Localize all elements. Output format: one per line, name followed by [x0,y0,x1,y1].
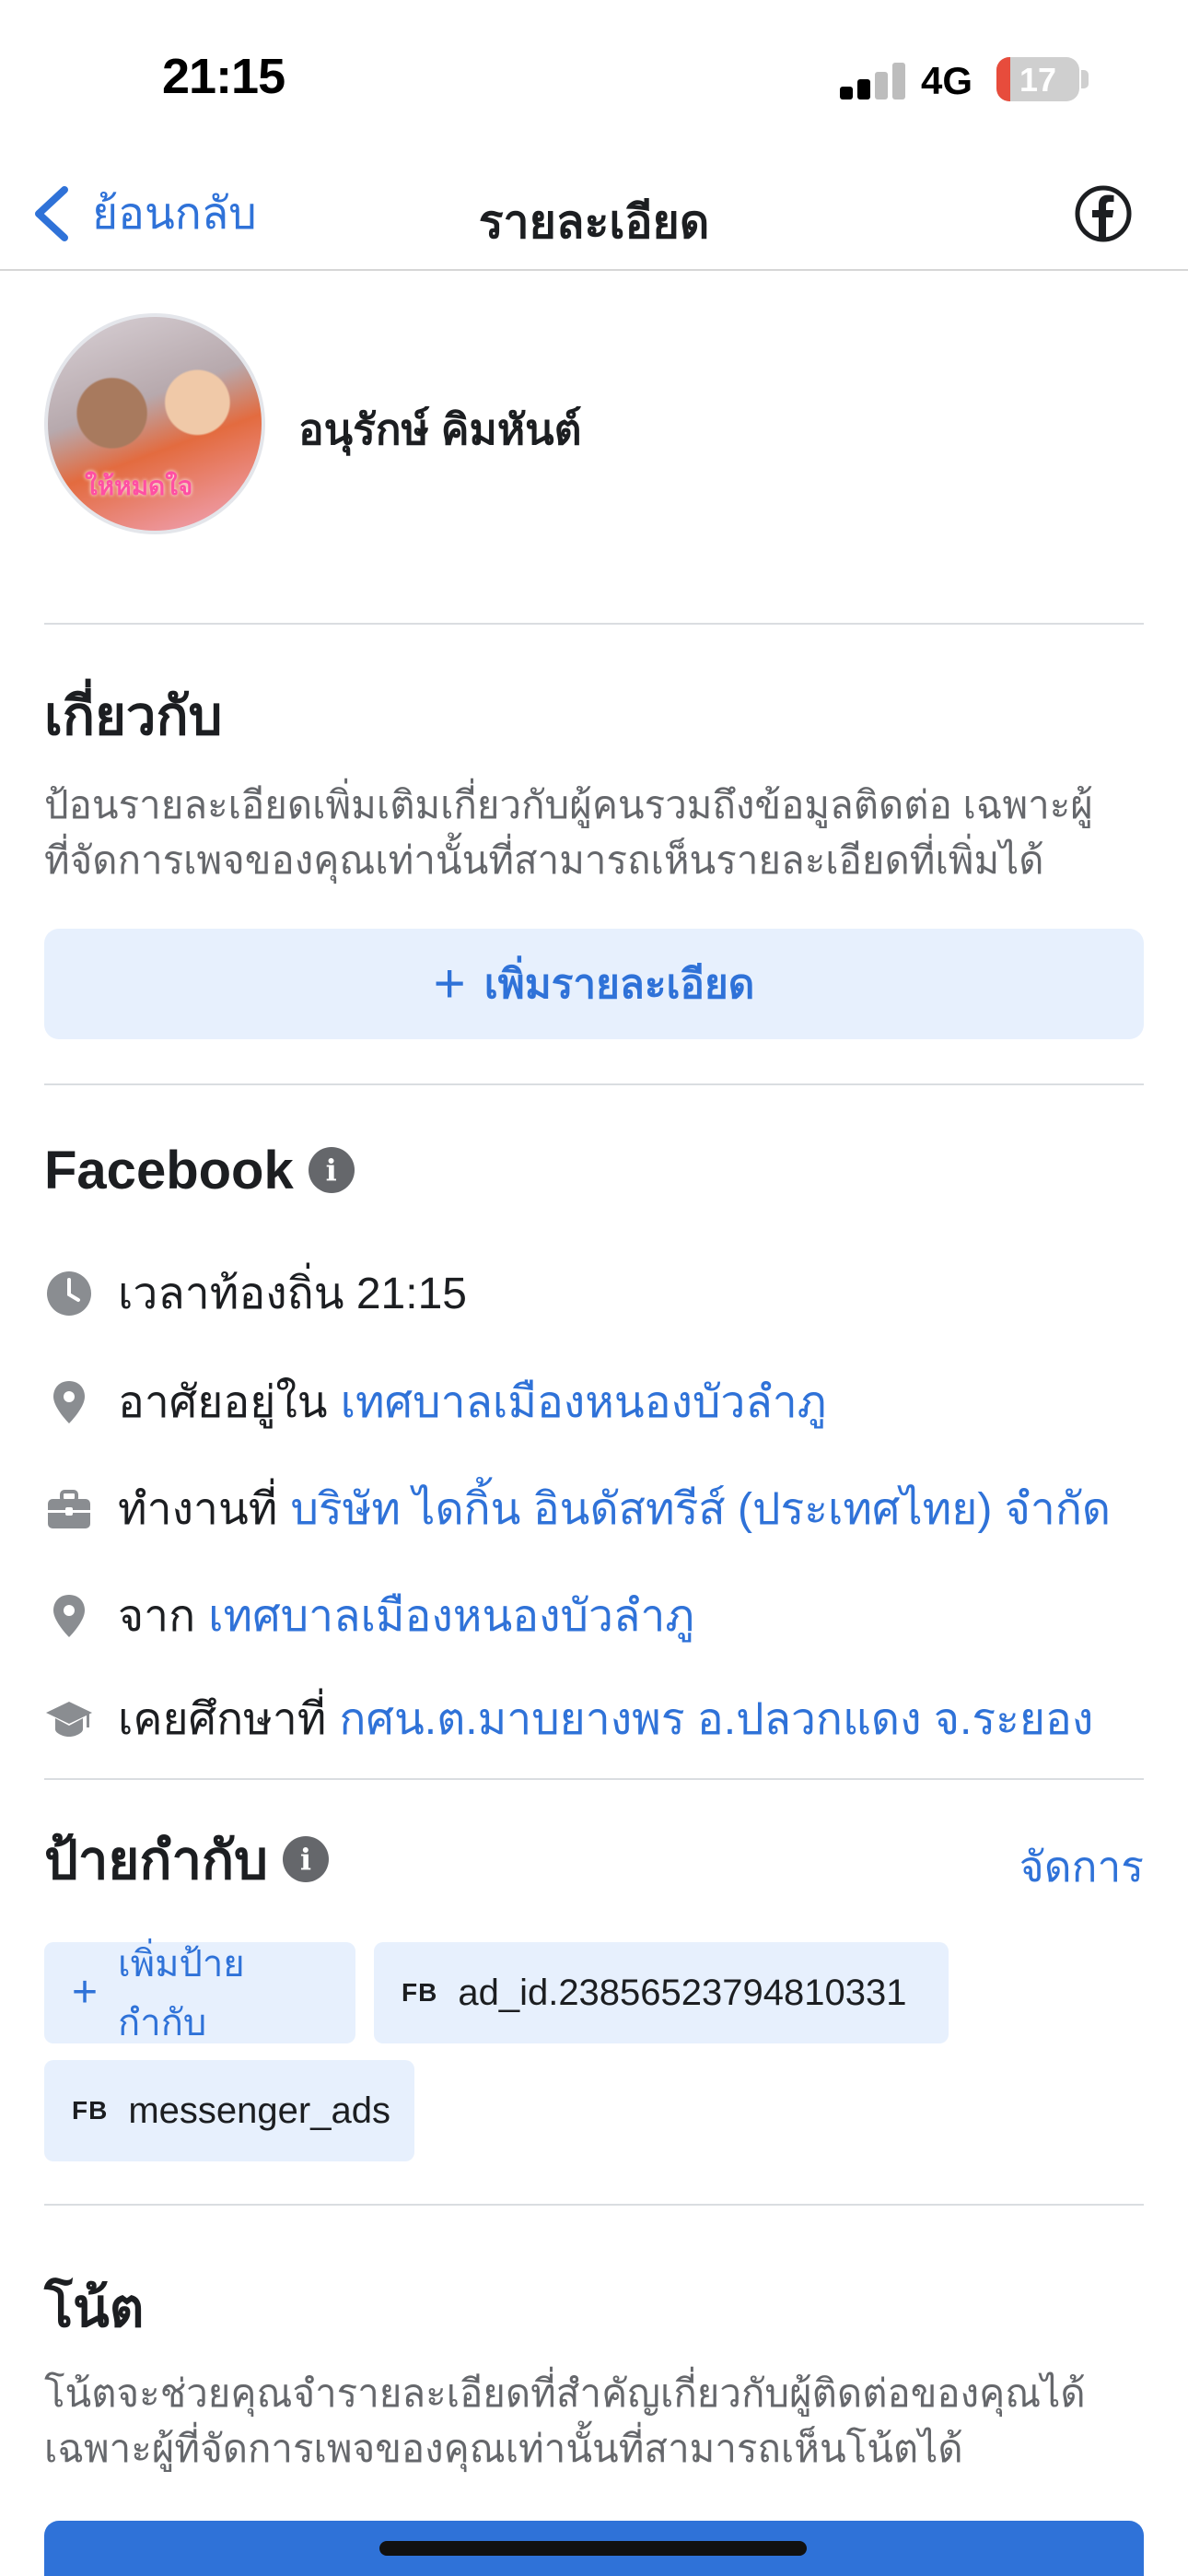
graduation-cap-icon [46,1702,92,1737]
lives-in-label: อาศัยอยู่ใน [118,1378,328,1427]
notes-description-line: เฉพาะผู้ที่จัดการเพจของคุณเท่านั้นที่สาม… [44,2427,963,2470]
facebook-section-header: Facebook i [44,1133,355,1207]
info-icon[interactable]: i [283,1836,329,1882]
nav-bar: ย้อนกลับ รายละเอียด [0,157,1188,271]
page-title: รายละเอียด [478,196,710,248]
about-description: ป้อนรายละเอียดเพิ่มเติมเกี่ยวกับผู้คนรวม… [44,778,1144,888]
contact-details-screen: 21:15 4G 17 ย้อนกลับ รายละเอียด ให้หมดใจ… [0,0,1188,2576]
fb-badge: FB [402,1978,438,2007]
studied-at-link[interactable]: กศน.ต.มาบยางพร อ.ปลวกแดง จ.ระยอง [339,1684,1093,1754]
tags-title: ป้ายกำกับ [44,1830,268,1891]
works-at-link[interactable]: บริษัท ไดกิ้น อินดัสทรีส์ (ประเทศไทย) จำ… [290,1474,1111,1544]
facebook-icon [1075,185,1132,242]
location-pin-icon [53,1381,85,1423]
divider [44,623,1144,625]
notes-title: โน้ต [44,2278,145,2338]
tags-title-row: ป้ายกำกับ i [44,1822,329,1896]
facebook-section-title: Facebook [44,1140,294,1200]
avatar[interactable]: ให้หมดใจ [44,313,265,534]
about-description-line: ป้อนรายละเอียดเพิ่มเติมเกี่ยวกับผู้คนรวม… [44,783,1093,826]
studied-at-row: เคยศึกษาที่ กศน.ต.มาบยางพร อ.ปลวกแดง จ.ร… [44,1682,1144,1756]
fb-badge: FB [72,2096,109,2125]
local-time-row: เวลาท้องถิ่น 21:15 [44,1257,1144,1330]
facebook-profile-button[interactable] [1074,184,1133,243]
works-at-row: ทำงานที่ บริษัท ไดกิ้น อินดัสทรีส์ (ประเ… [44,1472,1144,1546]
from-row: จาก เทศบาลเมืองหนองบัวลำภู [44,1579,1144,1653]
signal-icon [840,63,906,100]
works-at-label: ทำงานที่ [118,1485,278,1534]
tag-chip[interactable]: FB ad_id.23856523794810331 [374,1942,949,2043]
add-tag-label: เพิ่มป้ายกำกับ [118,1944,245,2043]
tag-chip-label: ad_id.23856523794810331 [458,1972,907,2013]
battery-icon: 17 [996,57,1079,101]
clock-icon [47,1271,91,1316]
local-time-text: เวลาท้องถิ่น 21:15 [118,1270,467,1318]
profile-name: อนุรักษ์ คิมหันต์ [298,405,582,453]
add-tag-button[interactable]: + เพิ่มป้ายกำกับ [44,1942,355,2043]
about-description-line: ที่จัดการเพจของคุณเท่านั้นที่สามารถเห็นร… [44,838,1044,882]
divider [44,1083,1144,1085]
divider [44,2204,1144,2206]
battery-tip [1081,70,1089,88]
notes-description: โน้ตจะช่วยคุณจำรายละเอียดที่สำคัญเกี่ยวก… [44,2366,1144,2476]
home-indicator [379,2541,807,2556]
lives-in-row: อาศัยอยู่ใน เทศบาลเมืองหนองบัวลำภู [44,1365,1144,1439]
notes-description-line: โน้ตจะช่วยคุณจำรายละเอียดที่สำคัญเกี่ยวก… [44,2371,1086,2415]
tag-chip[interactable]: FB messenger_ads [44,2060,414,2161]
from-label: จาก [118,1592,196,1641]
profile-header: ให้หมดใจ อนุรักษ์ คิมหันต์ [44,313,1144,534]
network-type: 4G [921,59,973,102]
briefcase-icon [48,1490,90,1528]
info-icon[interactable]: i [308,1147,355,1193]
plus-icon: + [72,1968,99,2017]
about-title: เกี่ยวกับ [44,686,223,746]
studied-at-label: เคยศึกษาที่ [118,1695,327,1744]
from-link[interactable]: เทศบาลเมืองหนองบัวลำภู [208,1581,694,1651]
lives-in-link[interactable]: เทศบาลเมืองหนองบัวลำภู [341,1367,827,1437]
status-time: 21:15 [162,49,285,104]
manage-tags-link[interactable]: จัดการ [1019,1833,1144,1901]
location-pin-icon [53,1595,85,1637]
status-bar: 21:15 4G 17 [0,0,1188,157]
avatar-caption: ให้หมดใจ [85,472,193,500]
tag-chip-label: messenger_ads [128,2090,390,2131]
battery-percent: 17 [1019,61,1057,99]
divider [44,1778,1144,1780]
plus-icon: + [433,953,466,1014]
tags-header: ป้ายกำกับ i จัดการ [44,1822,1144,1896]
add-detail-label: เพิ่มรายละเอียด [483,962,755,1007]
add-detail-button[interactable]: + เพิ่มรายละเอียด [44,929,1144,1039]
